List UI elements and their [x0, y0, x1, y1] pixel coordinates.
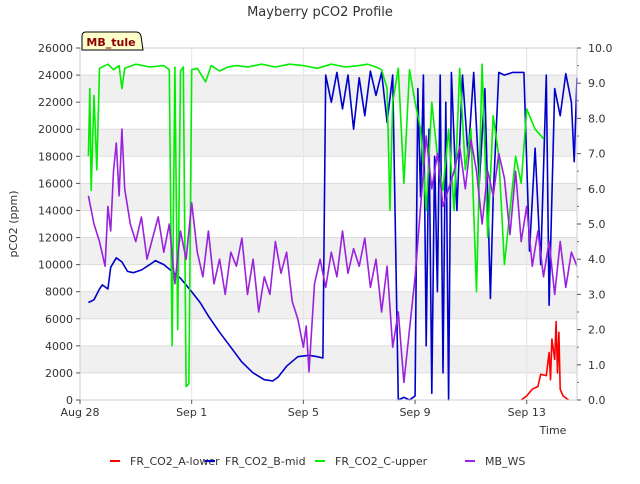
legend-label: FR_CO2_B-mid	[225, 455, 306, 468]
y2-tick-label: 8.0	[588, 112, 606, 125]
y2-axis-ticks: 0.0 1.0 2.0 3.0 4.0 5.0 6.0 7.0 8.0 9.0 10.0	[577, 42, 613, 407]
y2-tick-label: 7.0	[588, 148, 606, 161]
y-axis-ticks: 0200040006000800010000120001400016000180…	[38, 42, 80, 407]
y-tick-label: 14000	[38, 204, 73, 217]
chart: 0 2000 4000 6000 8000 10000 12000 14000 16000 180…	[0, 0, 640, 480]
background-band	[80, 183, 577, 211]
y-tick-label: 24000	[38, 69, 73, 82]
legend: FR_CO2_A-lower FR_CO2_B-mid FR_CO2_C-upper…	[110, 455, 525, 468]
x-tick-label: Sep 13	[508, 406, 546, 419]
site-badge: MB_tule	[81, 31, 144, 51]
y2-tick-label: 6.0	[588, 183, 606, 196]
y-tick-label: 12000	[38, 232, 73, 245]
y2-tick-label: 2.0	[588, 324, 606, 337]
y-tick-label: 6000	[45, 313, 73, 326]
background-band	[80, 291, 577, 319]
x-axis-label: Time	[539, 424, 567, 437]
y-tick-label: 2000	[45, 367, 73, 380]
y2-tick-label: 5.0	[588, 218, 606, 231]
site-badge-label: MB_tule	[86, 36, 135, 49]
y-tick-label: 18000	[38, 150, 73, 163]
background-band	[80, 345, 577, 373]
background-band	[80, 129, 577, 157]
x-tick-label: Sep 1	[176, 406, 207, 419]
x-tick-label: Sep 9	[399, 406, 430, 419]
y2-tick-label: 0.0	[588, 394, 606, 407]
y2-tick-label: 9.0	[588, 77, 606, 90]
y-tick-label: 10000	[38, 259, 73, 272]
y-tick-label: 4000	[45, 340, 73, 353]
y2-tick-label: 10.0	[588, 42, 613, 55]
y-tick-label: 20000	[38, 123, 73, 136]
y2-tick-label: 1.0	[588, 359, 606, 372]
legend-label: MB_WS	[485, 455, 525, 468]
y-tick-label: 16000	[38, 177, 73, 190]
chart-svg: 0200040006000800010000120001400016000180…	[7, 5, 613, 468]
y-axis-label: pCO2 (ppm)	[7, 190, 20, 257]
y-tick-label: 8000	[45, 286, 73, 299]
y-tick-label: 22000	[38, 96, 73, 109]
legend-label: FR_CO2_C-upper	[335, 455, 428, 468]
y2-tick-label: 4.0	[588, 253, 606, 266]
x-tick-label: Aug 28	[61, 406, 100, 419]
chart-title: Mayberry pCO2 Profile	[247, 5, 393, 20]
y2-tick-label: 3.0	[588, 288, 606, 301]
y-tick-label: 26000	[38, 42, 73, 55]
x-tick-label: Sep 5	[288, 406, 319, 419]
x-axis-ticks: Aug 28 Sep 1 Sep 5 Sep 9 Sep 13	[61, 400, 546, 419]
